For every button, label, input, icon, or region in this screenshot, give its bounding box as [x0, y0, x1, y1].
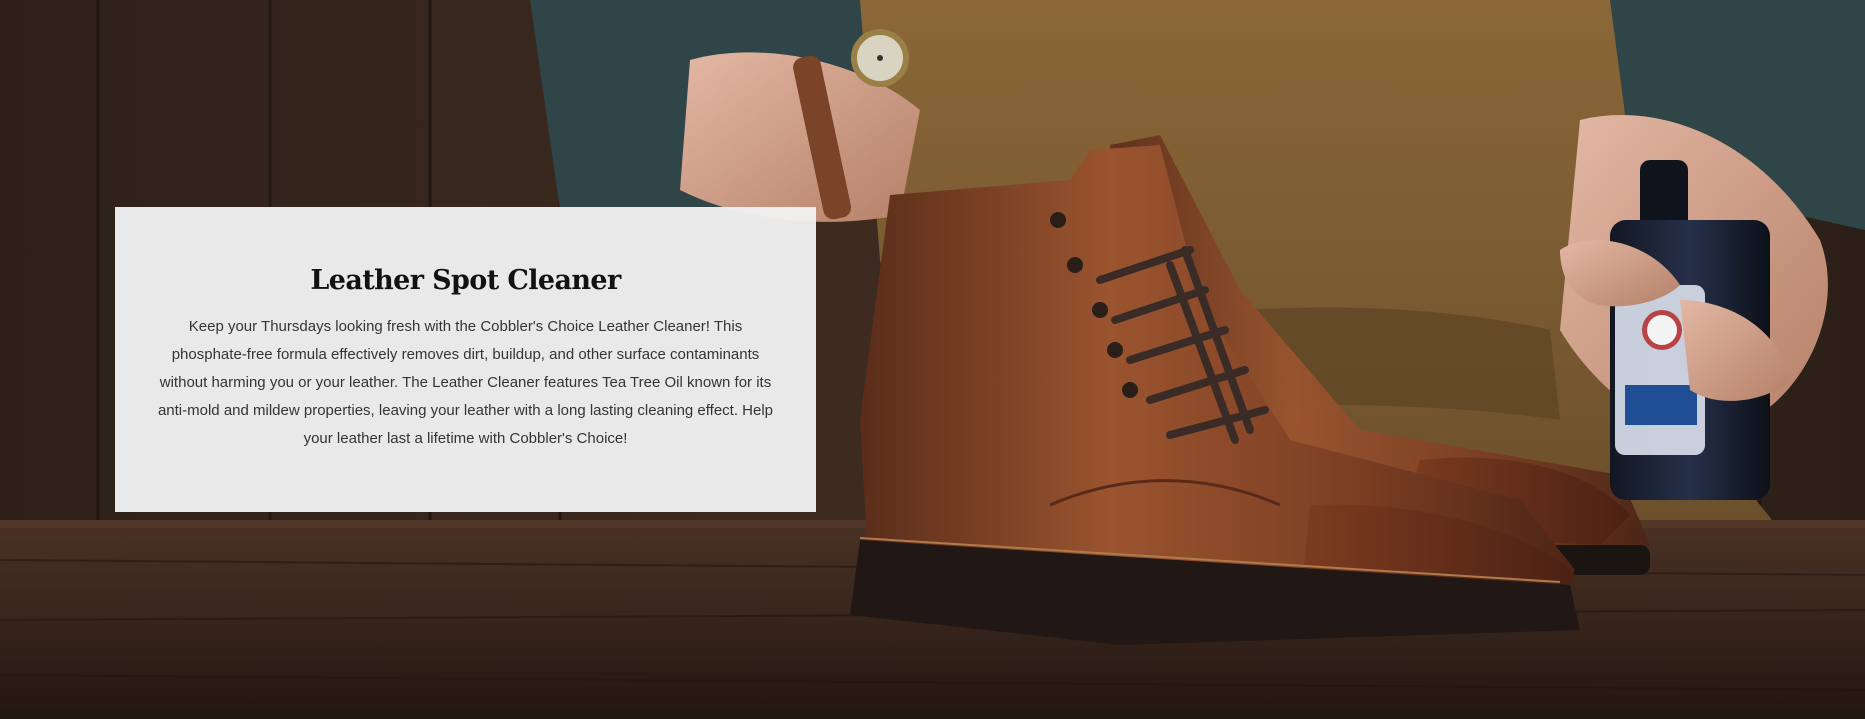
product-description: Keep your Thursdays looking fresh with t… [157, 318, 774, 448]
product-info-card: Leather Spot Cleaner Keep your Thursdays… [115, 207, 816, 512]
product-hero: Leather Spot Cleaner Keep your Thursdays… [0, 0, 1865, 719]
product-title: Leather Spot Cleaner [310, 265, 621, 296]
